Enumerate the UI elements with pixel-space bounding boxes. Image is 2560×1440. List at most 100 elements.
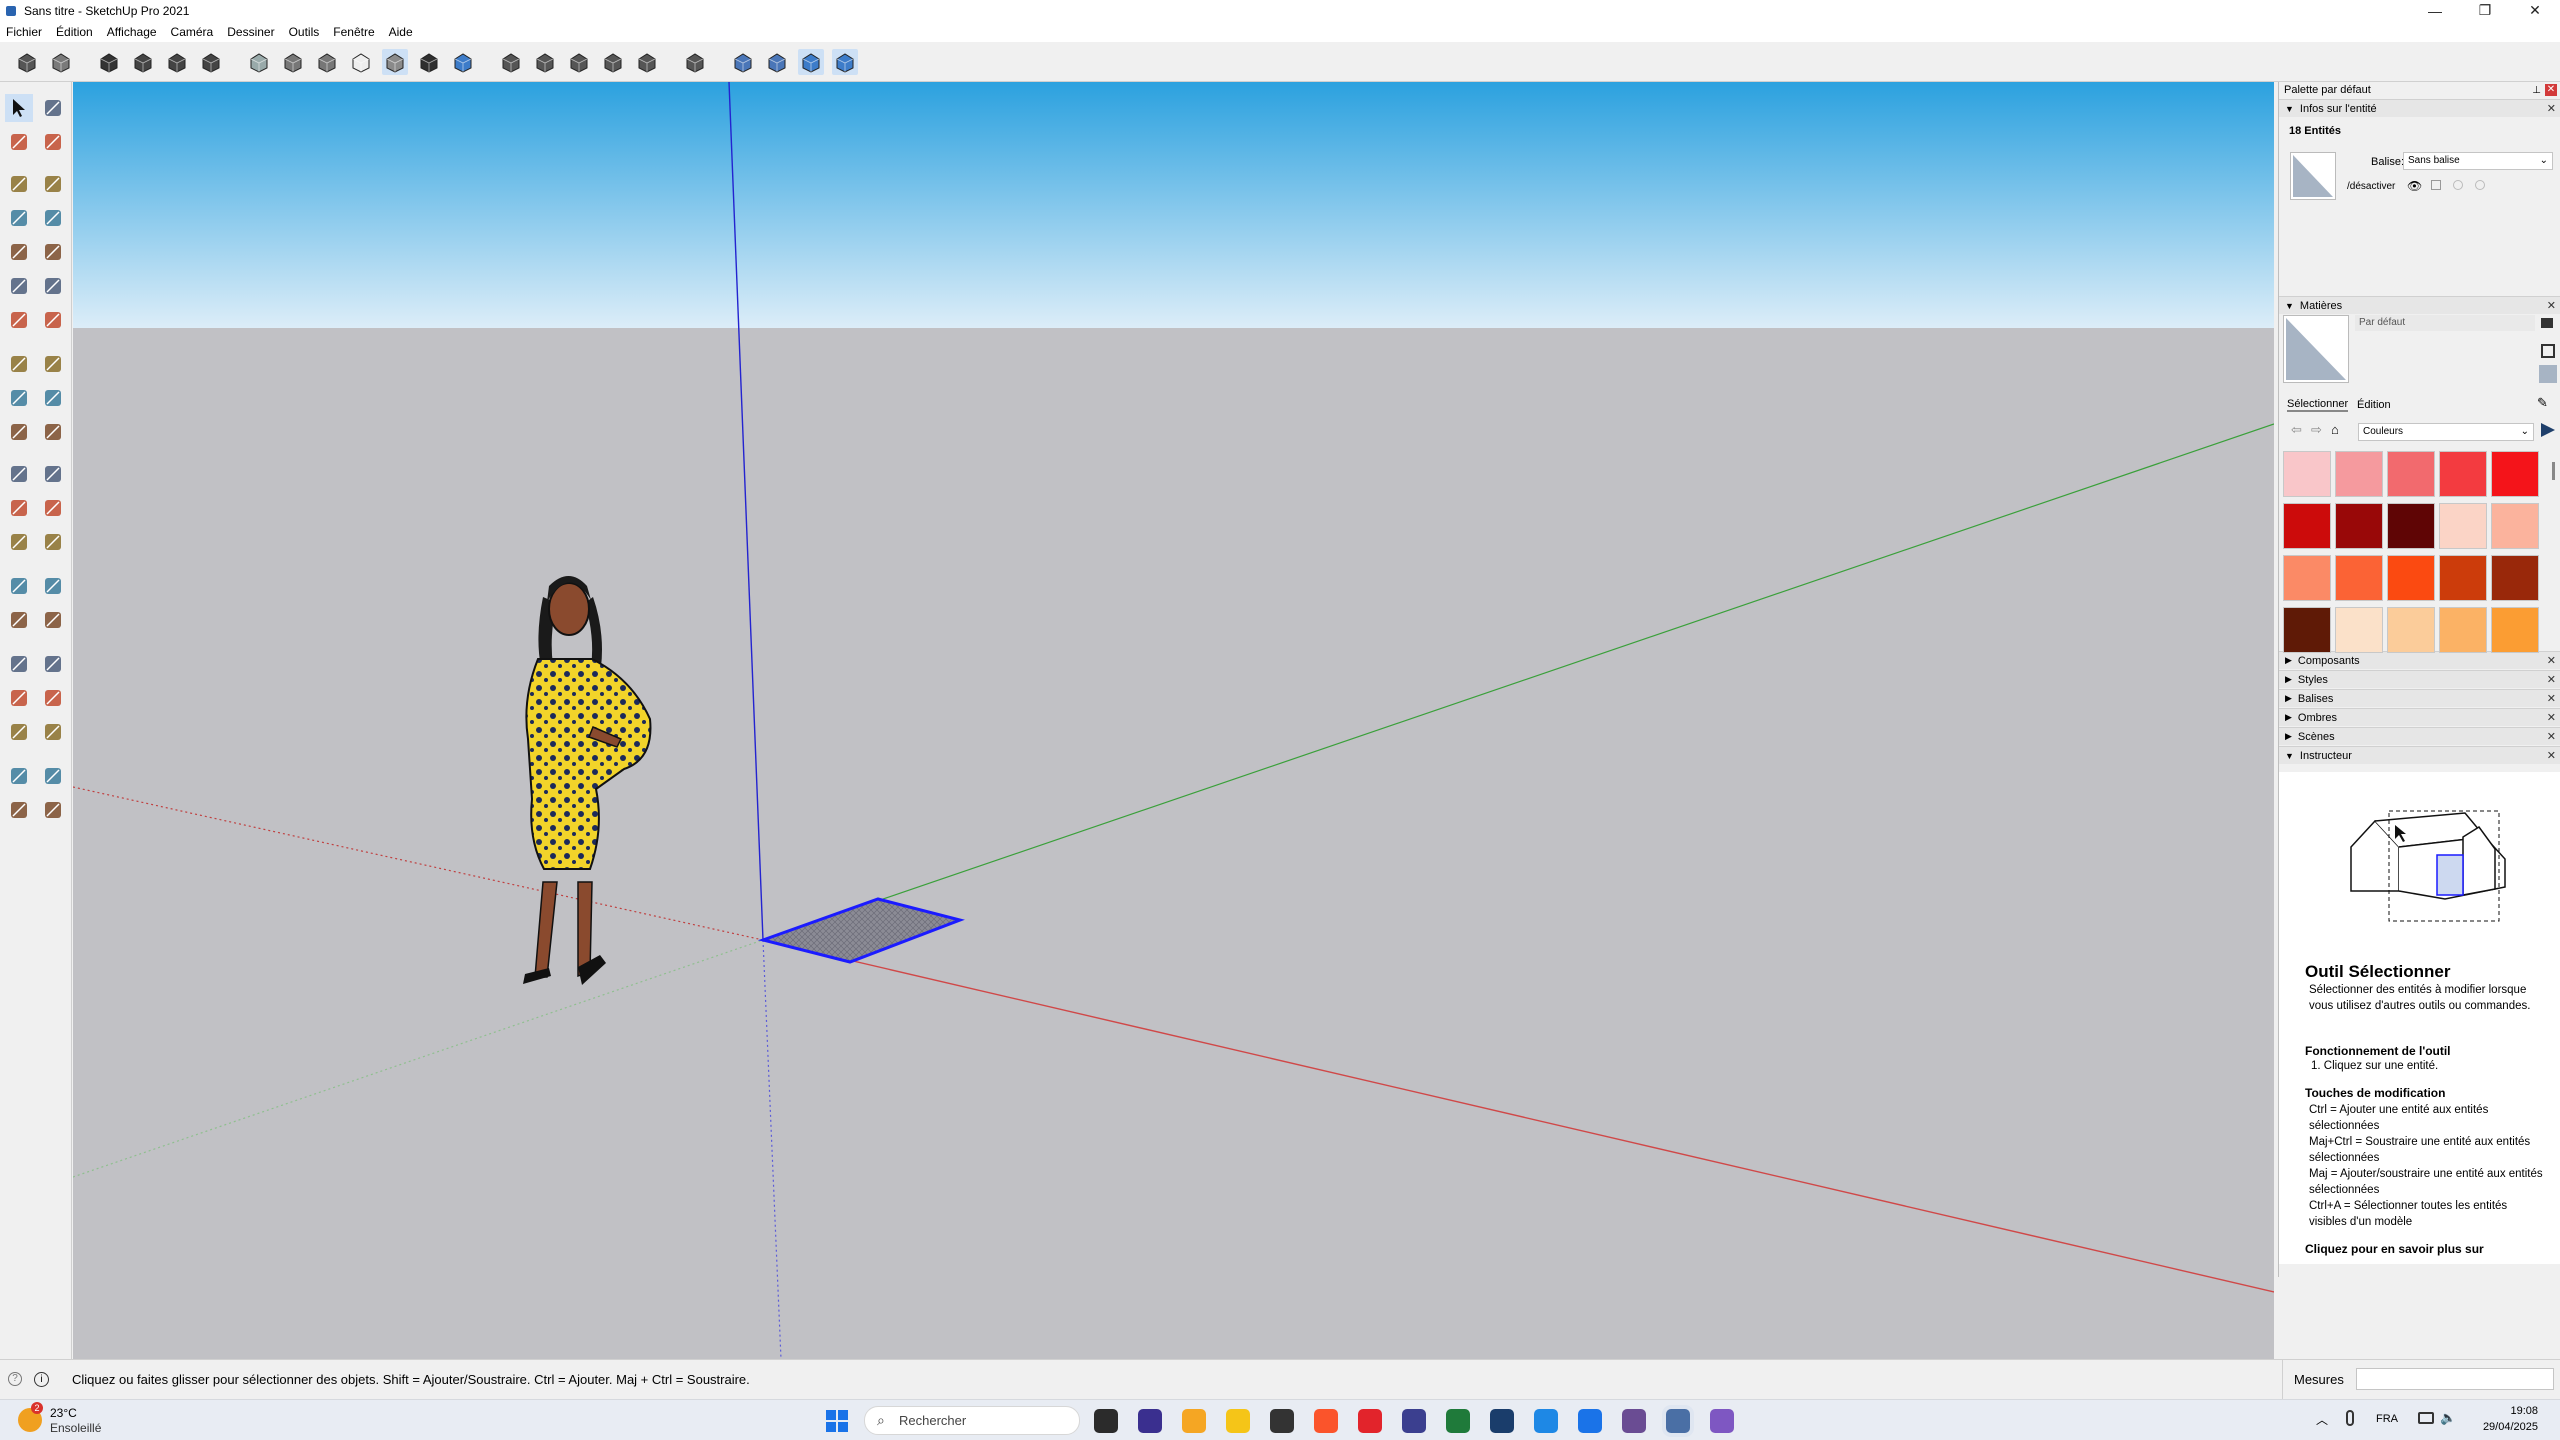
- material-swatch[interactable]: [2335, 607, 2383, 653]
- display-section-cuts-icon[interactable]: [566, 49, 592, 75]
- task-view-icon[interactable]: [1094, 1409, 1118, 1433]
- tab-select[interactable]: Sélectionner: [2287, 398, 2349, 412]
- material-swatch[interactable]: [2491, 555, 2539, 601]
- cortana-app-icon[interactable]: [1534, 1409, 1558, 1433]
- back-edges-style-icon[interactable]: [280, 49, 306, 75]
- arc-2pt-icon[interactable]: [5, 306, 33, 334]
- material-swatch[interactable]: [2283, 607, 2331, 653]
- visibility-eye-icon[interactable]: 👁: [2407, 179, 2422, 193]
- close-window-button[interactable]: ✕: [2510, 0, 2560, 21]
- browser-app-icon[interactable]: [1402, 1409, 1426, 1433]
- tape-measure-icon[interactable]: [5, 460, 33, 488]
- pan-icon[interactable]: [39, 572, 67, 600]
- material-swatch[interactable]: [2439, 607, 2487, 653]
- shaded-textures-style-icon[interactable]: [416, 49, 442, 75]
- instructor-header[interactable]: ▼ Instructeur ✕: [2279, 746, 2560, 764]
- follow-me-icon[interactable]: [39, 384, 67, 412]
- hidden-line-style-icon[interactable]: [348, 49, 374, 75]
- look-around-icon[interactable]: [39, 684, 67, 712]
- drawing-viewport[interactable]: [73, 82, 2274, 1359]
- menu-aide[interactable]: Aide: [389, 23, 413, 41]
- zoom-icon[interactable]: [5, 606, 33, 634]
- close-section-icon[interactable]: ✕: [2547, 673, 2556, 686]
- extension-warehouse-icon[interactable]: [48, 49, 74, 75]
- circle-icon[interactable]: [5, 238, 33, 266]
- move-icon[interactable]: [5, 350, 33, 378]
- material-swatch[interactable]: [2387, 607, 2435, 653]
- start-button[interactable]: [826, 1410, 848, 1432]
- forward-arrow-icon[interactable]: ⇨: [2311, 422, 2322, 438]
- input-language[interactable]: FRA: [2376, 1413, 2398, 1425]
- minimize-button[interactable]: —: [2410, 0, 2460, 21]
- close-section-icon[interactable]: ✕: [2547, 711, 2556, 724]
- display-section-fill-icon[interactable]: [600, 49, 626, 75]
- zoom-window-icon[interactable]: [39, 606, 67, 634]
- brave-browser-icon[interactable]: [1314, 1409, 1338, 1433]
- material-swatch[interactable]: [2283, 503, 2331, 549]
- layers-app-icon[interactable]: [1622, 1409, 1646, 1433]
- position-camera-icon[interactable]: [5, 684, 33, 712]
- rotated-rectangle-icon[interactable]: [39, 204, 67, 232]
- axes-tool-icon[interactable]: [5, 528, 33, 556]
- paint-bucket-icon[interactable]: [5, 128, 33, 156]
- sandbox-stamp-icon[interactable]: [798, 48, 824, 75]
- walk-icon[interactable]: [5, 718, 33, 746]
- component-icon[interactable]: [39, 94, 67, 122]
- material-swatch[interactable]: [2439, 555, 2487, 601]
- iso-view-icon[interactable]: [96, 49, 122, 75]
- select-icon[interactable]: [5, 94, 33, 122]
- material-swatch[interactable]: [2491, 503, 2539, 549]
- network-icon[interactable]: [2418, 1412, 2434, 1424]
- sandbox-from-contours-icon[interactable]: [5, 762, 33, 790]
- tag-dropdown[interactable]: Sans balise ⌄: [2403, 152, 2553, 170]
- menu-fichier[interactable]: Fichier: [6, 23, 42, 41]
- monochrome-style-icon[interactable]: [450, 49, 476, 75]
- rotate-icon[interactable]: [5, 384, 33, 412]
- material-swatch[interactable]: [2335, 451, 2383, 497]
- menu-fenetre[interactable]: Fenêtre: [333, 23, 374, 41]
- cast-shadow-icon[interactable]: [2453, 180, 2463, 190]
- receive-shadow-icon[interactable]: [2475, 180, 2485, 190]
- tray-overflow-chevron-icon[interactable]: ︿: [2316, 1411, 2328, 1428]
- 3d-text-icon[interactable]: [39, 528, 67, 556]
- sandbox-icon[interactable]: [764, 49, 790, 75]
- section-plane-icon[interactable]: [498, 49, 524, 75]
- sketchup-taskbar-icon[interactable]: [1666, 1409, 1690, 1433]
- stamp-icon[interactable]: [39, 796, 67, 824]
- close-section-icon[interactable]: ✕: [2547, 299, 2556, 312]
- file-explorer-icon[interactable]: [1226, 1409, 1250, 1433]
- top-view-icon[interactable]: [130, 49, 156, 75]
- scene-canvas[interactable]: [73, 82, 2274, 1359]
- menu-affichage[interactable]: Affichage: [107, 23, 157, 41]
- taskbar-search-box[interactable]: ⌕ Rechercher: [864, 1406, 1080, 1435]
- polygon-icon[interactable]: [39, 238, 67, 266]
- game-controller-icon[interactable]: [1270, 1409, 1294, 1433]
- opera-browser-icon[interactable]: [1358, 1409, 1382, 1433]
- front-view-icon[interactable]: [164, 49, 190, 75]
- axes-icon[interactable]: [682, 49, 708, 75]
- material-swatch[interactable]: [2439, 503, 2487, 549]
- display-section-planes-icon[interactable]: [532, 49, 558, 75]
- tab-edit[interactable]: Édition: [2357, 399, 2391, 411]
- section-toggle-icon[interactable]: [634, 49, 660, 75]
- 3d-warehouse-icon[interactable]: [14, 49, 40, 75]
- default-material-icon[interactable]: [2541, 318, 2553, 328]
- shaded-style-icon[interactable]: [382, 48, 408, 75]
- dimension-icon[interactable]: [39, 460, 67, 488]
- close-section-icon[interactable]: ✕: [2547, 730, 2556, 743]
- clock-time[interactable]: 19:08: [2478, 1405, 2538, 1417]
- details-arrow-icon[interactable]: [2541, 423, 2555, 437]
- pin-icon[interactable]: ⊥: [2532, 85, 2541, 96]
- entity-info-header[interactable]: ▼ Infos sur l'entité ✕: [2279, 99, 2560, 117]
- microphone-icon[interactable]: [2346, 1410, 2354, 1426]
- sandbox-from-scratch-icon[interactable]: [39, 762, 67, 790]
- zoom-extents-icon[interactable]: [5, 650, 33, 678]
- back-arrow-icon[interactable]: ⇦: [2291, 422, 2302, 438]
- material-swatch[interactable]: [2387, 503, 2435, 549]
- scale-icon[interactable]: [5, 418, 33, 446]
- tags-header[interactable]: ▶ Balises ✕: [2279, 689, 2560, 707]
- notes-app-icon[interactable]: [1710, 1409, 1734, 1433]
- home-icon[interactable]: ⌂: [2331, 422, 2339, 437]
- material-swatch[interactable]: [2491, 451, 2539, 497]
- right-view-icon[interactable]: [198, 49, 224, 75]
